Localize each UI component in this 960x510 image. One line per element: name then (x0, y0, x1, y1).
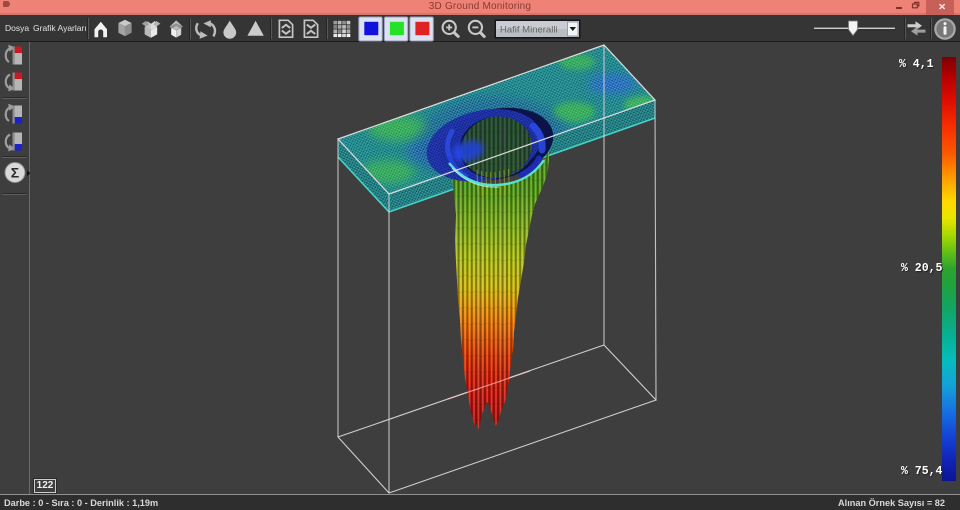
svg-text:Σ: Σ (11, 165, 19, 181)
svg-text:Hafif Mineralli: Hafif Mineralli (500, 25, 558, 36)
